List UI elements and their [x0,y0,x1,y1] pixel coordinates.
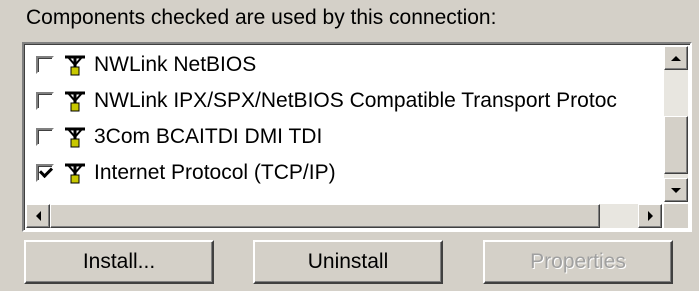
properties-button[interactable]: Properties [483,240,673,284]
vertical-scrollbar[interactable] [664,46,688,202]
uninstall-button[interactable]: Uninstall [253,240,443,284]
arrow-down-icon [671,187,681,193]
arrow-left-icon [35,211,41,221]
scroll-left-button[interactable] [26,204,50,228]
components-caption: Components checked are used by this conn… [26,6,497,29]
network-protocol-icon [65,55,85,76]
install-button[interactable]: Install... [24,240,214,284]
component-label: NWLink IPX/SPX/NetBIOS Compatible Transp… [94,89,617,112]
list-item-3com-bcaitdi[interactable]: 3Com BCAITDI DMI TDI [36,122,322,152]
scroll-right-button[interactable] [638,204,662,228]
uninstall-button-label: Uninstall [307,250,389,273]
checkbox-nwlink-ipx[interactable] [36,92,54,110]
network-protocol-icon [65,163,85,184]
checkbox-3com-bcaitdi[interactable] [36,128,54,146]
component-label: Internet Protocol (TCP/IP) [94,161,336,184]
arrow-up-icon [671,55,681,61]
list-item-tcp-ip[interactable]: Internet Protocol (TCP/IP) [36,158,336,188]
horizontal-scrollbar[interactable] [26,204,662,228]
install-button-label: Install... [82,250,156,273]
horizontal-scroll-thumb[interactable] [50,204,600,228]
checkbox-tcp-ip[interactable] [36,164,54,182]
list-item-nwlink-ipx[interactable]: NWLink IPX/SPX/NetBIOS Compatible Transp… [36,86,617,116]
properties-button-label: Properties [530,250,626,273]
components-listbox[interactable]: NWLink NetBIOS NWLink IPX/SPX/NetBIOS Co… [22,42,692,232]
list-item-nwlink-netbios[interactable]: NWLink NetBIOS [36,50,256,80]
components-list: NWLink NetBIOS NWLink IPX/SPX/NetBIOS Co… [26,46,662,202]
scroll-up-button[interactable] [664,46,688,70]
arrow-right-icon [647,211,653,221]
scrollbar-corner [664,204,688,228]
network-protocol-icon [65,127,85,148]
component-label: 3Com BCAITDI DMI TDI [94,125,323,148]
network-protocol-icon [65,91,85,112]
checkbox-nwlink-netbios[interactable] [36,56,54,74]
vertical-scroll-thumb[interactable] [664,116,688,174]
scroll-down-button[interactable] [664,178,688,202]
component-label: NWLink NetBIOS [94,53,257,76]
